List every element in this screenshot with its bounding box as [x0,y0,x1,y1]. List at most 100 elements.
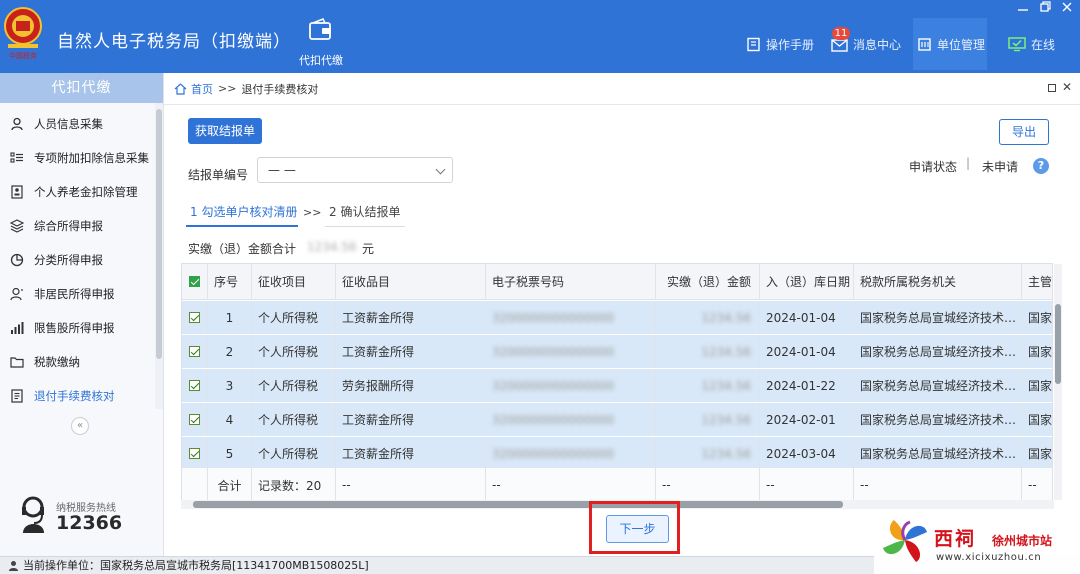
cell-amount: 1234.56 [701,378,751,393]
cell-amount: 1234.56 [701,412,751,427]
row-checkbox[interactable] [189,346,200,357]
close-panel-icon[interactable]: ✕ [1062,80,1072,94]
footer-dash: -- [760,468,854,501]
step-2-tab[interactable]: 2 确认结报单 [325,201,405,227]
app-title: 自然人电子税务局（扣缴端） [57,32,291,52]
sidebar-item-pension[interactable]: 个人养老金扣除管理 [0,175,155,209]
unit-management-label: 单位管理 [937,38,986,52]
sidebar-item-label: 非居民所得申报 [34,287,115,301]
row-checkbox[interactable] [189,312,200,323]
settlement-no-value: — — [268,163,296,177]
breadcrumb-current: 退付手续费核对 [241,82,319,96]
table-row[interactable]: 3 个人所得税 劳务报酬所得 3200000000000000 1234.56 … [182,369,1052,403]
sidebar-item-special-deduction[interactable]: 专项附加扣除信息采集 [0,141,155,175]
sidebar: 代扣代缴 人员信息采集 专项附加扣除信息采集 个人养老金扣除管理 综合所得申报 … [0,73,164,556]
table-vertical-scrollbar[interactable] [1054,264,1062,500]
sidebar-item-comprehensive-income[interactable]: 综合所得申报 [0,209,155,243]
sidebar-item-nonresident[interactable]: 非居民所得申报 [0,277,155,311]
col-header: 序号 [208,264,252,299]
maximize-panel-icon[interactable] [1048,84,1056,92]
cell-main: 国家 [1028,447,1053,461]
sidebar-item-label: 税款缴纳 [34,355,80,369]
close-icon[interactable] [1060,1,1074,13]
sidebar-item-label: 专项附加扣除信息采集 [34,151,149,165]
hotline-block: 纳税服务热线 12366 [18,491,158,539]
cell-item: 个人所得税 [252,369,336,402]
sidebar-item-refund-fee-check[interactable]: 退付手续费核对 [0,379,155,413]
bar-chart-icon [11,322,24,334]
online-label: 在线 [1031,38,1056,52]
cell-main: 国家 [1028,345,1053,359]
sidebar-item-label: 个人养老金扣除管理 [34,185,138,199]
main-panel: 获取结报单 导出 结报单编号 — — 申请状态 | 未申请 ? 1 勾选单户核对… [164,105,1080,556]
table-row[interactable]: 5 个人所得税 工资薪金所得 3200000000000000 1234.56 … [182,437,1053,471]
sidebar-item-restricted-stock[interactable]: 限售股所得申报 [0,311,155,345]
sidebar-item-tax-payment[interactable]: 税款缴纳 [0,345,155,379]
cell-amount: 1234.56 [701,310,751,325]
breadcrumb-home-link[interactable]: 首页 [191,81,213,97]
cell-date: 2024-03-04 [760,437,854,470]
footer-dash: -- [854,468,1022,501]
table-header-row: 序号 征收项目 征收品目 电子税票号码 实缴（退）金额 入（退）库日期 税款所属… [182,264,1052,300]
table-row[interactable]: 1 个人所得税 工资薪金所得 3200000000000000 1234.56 … [182,301,1052,335]
nav-withholding[interactable]: 代扣代缴 [290,14,352,70]
sidebar-scroll-thumb[interactable] [156,109,162,359]
cell-no: 5 [208,437,252,470]
cell-ticket: 3200000000000000 [492,412,615,427]
unit-management-link[interactable]: 单位管理 [917,36,985,53]
sidebar-item-label: 退付手续费核对 [34,389,115,403]
next-step-button[interactable]: 下一步 [606,515,669,543]
folder-icon [10,357,24,368]
sidebar-item-classified-income[interactable]: 分类所得申报 [0,243,155,277]
table-row[interactable]: 4 个人所得税 工资薪金所得 3200000000000000 1234.56 … [182,403,1053,437]
table-row[interactable]: 2 个人所得税 工资薪金所得 3200000000000000 1234.56 … [182,335,1053,369]
breadcrumb: 首页 >> 退付手续费核对 ✕ [164,73,1080,105]
cell-amount: 1234.56 [701,446,751,461]
cell-subitem: 工资薪金所得 [336,301,486,334]
nav-withholding-label: 代扣代缴 [299,54,343,67]
cell-item: 个人所得税 [252,403,336,436]
current-unit-text: 当前操作单位：国家税务总局宣城市税务局[11341700MB1508025L] [23,558,369,572]
breadcrumb-separator: >> [218,82,237,95]
cell-date: 2024-01-04 [760,335,854,368]
messages-label: 消息中心 [853,38,902,52]
settlement-no-select[interactable]: — — [257,157,453,183]
row-checkbox[interactable] [189,380,200,391]
step-arrow: >> [303,206,322,219]
col-header: 征收品目 [336,264,486,299]
footer-dash: -- [336,468,486,501]
manual-link[interactable]: 操作手册 [746,36,814,53]
collapse-sidebar-button[interactable]: « [71,417,89,435]
watermark-city: 徐州城市站 [992,534,1053,548]
cell-ticket: 3200000000000000 [492,344,615,359]
table-hscroll-thumb[interactable] [193,501,843,508]
user-icon [9,561,18,571]
cell-date: 2024-01-04 [760,301,854,334]
step-1-tab[interactable]: 1 勾选单户核对清册 [186,201,298,227]
col-header: 入（退）库日期 [760,264,854,299]
cell-date: 2024-01-22 [760,369,854,402]
online-status[interactable]: 在线 [1008,36,1055,53]
national-tax-emblem-icon: 中国税务 [4,7,42,60]
help-icon[interactable]: ? [1033,158,1049,174]
list-icon [10,152,23,163]
sidebar-item-label: 分类所得申报 [34,253,103,267]
row-checkbox[interactable] [189,414,200,425]
cell-main: 国家 [1028,413,1053,427]
select-all-checkbox[interactable] [189,276,200,287]
row-checkbox[interactable] [189,448,200,459]
layers-icon [10,219,24,233]
home-icon[interactable] [174,82,187,95]
document-icon [11,389,23,403]
restore-icon[interactable] [1038,1,1052,13]
select-all-checkbox-cell[interactable] [182,264,208,299]
cell-subitem: 劳务报酬所得 [336,369,486,402]
sidebar-item-person-info[interactable]: 人员信息采集 [0,107,155,141]
cell-ticket: 3200000000000000 [492,310,615,325]
fetch-settlement-button[interactable]: 获取结报单 [188,118,262,144]
export-button[interactable]: 导出 [999,119,1049,145]
minimize-icon[interactable] [1016,1,1030,13]
table-vscroll-thumb[interactable] [1055,304,1061,384]
sidebar-scrollbar[interactable] [155,103,163,409]
footer-dash: -- [486,468,656,501]
